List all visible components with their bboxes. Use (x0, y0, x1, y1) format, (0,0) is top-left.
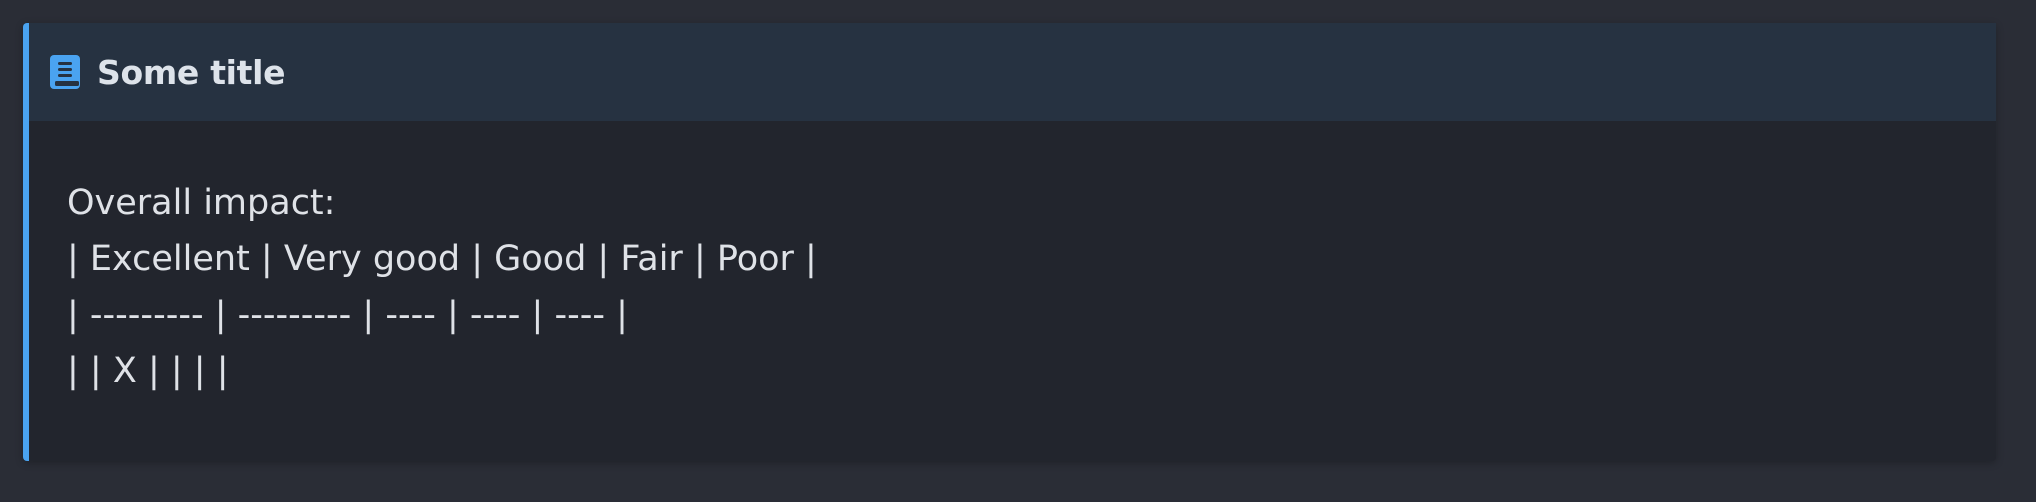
table-row: | | X | | | | (67, 351, 229, 391)
callout-title: Some title (97, 52, 286, 92)
callout-body: Overall impact: | Excellent | Very good … (29, 121, 1996, 399)
impact-label: Overall impact: (67, 183, 336, 223)
table-separator-row: | --------- | --------- | ---- | ---- | … (67, 295, 628, 335)
book-icon (49, 54, 81, 90)
table-header-row: | Excellent | Very good | Good | Fair | … (67, 239, 817, 279)
callout-block: Some title Overall impact: | Excellent |… (23, 23, 1996, 461)
callout-header[interactable]: Some title (29, 23, 1996, 121)
